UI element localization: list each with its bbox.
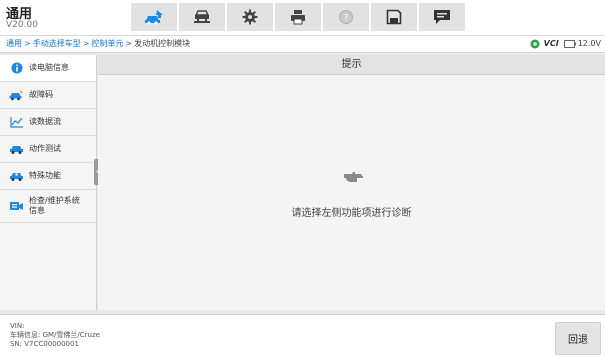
data-stream-icon (9, 116, 24, 128)
save-icon (386, 9, 402, 25)
serial-number: SN: V7CC00000001 (10, 340, 79, 348)
info-icon (9, 62, 24, 74)
breadcrumb-current: 发动机控制模块 (134, 39, 191, 48)
sidebar-item-label: 故障码 (29, 90, 53, 99)
help-button[interactable]: ? (323, 3, 369, 31)
settings-gear-icon (242, 9, 258, 25)
maintenance-icon (9, 200, 24, 212)
vci-status: VCI (543, 39, 559, 48)
main-panel: 提示 请选择左侧功能项进行诊断 (98, 55, 605, 310)
vehicle-menu-button[interactable] (179, 3, 225, 31)
selection-hint: 请选择左侧功能项进行诊断 (291, 208, 412, 219)
breadcrumb: 通用 > 手动选择车型 > 控制单元 > 发动机控制模块 (6, 36, 190, 52)
back-button[interactable]: 回退 (555, 322, 601, 355)
top-bar: 通用 V20.00 ? (0, 0, 605, 36)
message-button[interactable] (419, 3, 465, 31)
vehicle-lift-icon (194, 10, 210, 23)
sidebar-item-label: 特殊功能 (29, 171, 61, 180)
vehicle-info: 车辆信息: GM/雪佛兰/Cruze (10, 331, 100, 339)
special-function-icon (9, 170, 24, 182)
message-icon (434, 10, 450, 24)
save-button[interactable] (371, 3, 417, 31)
home-button[interactable] (131, 3, 177, 31)
panel-title: 提示 (98, 55, 605, 75)
breadcrumb-item-manual-select[interactable]: 手动选择车型 (33, 39, 81, 48)
vin-label: VIN: (10, 322, 25, 330)
actuation-test-icon (9, 143, 24, 155)
svg-text:?: ? (344, 14, 349, 24)
breadcrumb-item-control-unit[interactable]: 控制单元 (91, 39, 123, 48)
sidebar-item-special-function[interactable]: 特殊功能 (0, 163, 96, 190)
printer-icon (291, 10, 305, 25)
battery-icon (563, 40, 576, 48)
home-car-icon (145, 10, 163, 25)
breadcrumb-separator: > (24, 39, 31, 48)
sidebar-item-maintenance-info[interactable]: 检查/维护系统信息 (0, 190, 96, 223)
sidebar-item-live-data[interactable]: 读数据流 (0, 109, 96, 136)
sidebar-item-label: 读数据流 (29, 117, 61, 126)
sidebar-item-dtc[interactable]: 故障码 (0, 82, 96, 109)
battery-voltage: 12.0V (577, 39, 601, 48)
breadcrumb-bar: 通用 > 手动选择车型 > 控制单元 > 发动机控制模块 VCI 12.0V (0, 36, 605, 53)
function-sidebar: 读电脑信息 故障码 读数据流 动作测试 特殊功能 检查/维护系统信息 (0, 55, 97, 310)
status-area: VCI 12.0V (530, 36, 601, 52)
app-version: V20.00 (6, 20, 38, 30)
sidebar-item-label: 动作测试 (29, 144, 61, 153)
vehicle-info-block: VIN: 车辆信息: GM/雪佛兰/Cruze SN: V7CC00000001 (10, 322, 100, 349)
breadcrumb-item-generic[interactable]: 通用 (6, 39, 22, 48)
dtc-car-icon (9, 89, 24, 101)
sidebar-item-read-ecu-info[interactable]: 读电脑信息 (0, 55, 96, 82)
sidebar-item-label: 检查/维护系统信息 (29, 196, 80, 215)
toolbar: ? (131, 3, 467, 31)
pointing-hand-icon (344, 172, 363, 182)
help-icon: ? (339, 10, 353, 24)
breadcrumb-separator: > (125, 39, 133, 48)
footer-bar: VIN: 车辆信息: GM/雪佛兰/Cruze SN: V7CC00000001… (0, 314, 605, 357)
print-button[interactable] (275, 3, 321, 31)
sidebar-item-actuation-test[interactable]: 动作测试 (0, 136, 96, 163)
settings-button[interactable] (227, 3, 273, 31)
sidebar-item-label: 读电脑信息 (29, 63, 69, 72)
network-status-icon (530, 39, 540, 49)
breadcrumb-separator: > (82, 39, 90, 48)
